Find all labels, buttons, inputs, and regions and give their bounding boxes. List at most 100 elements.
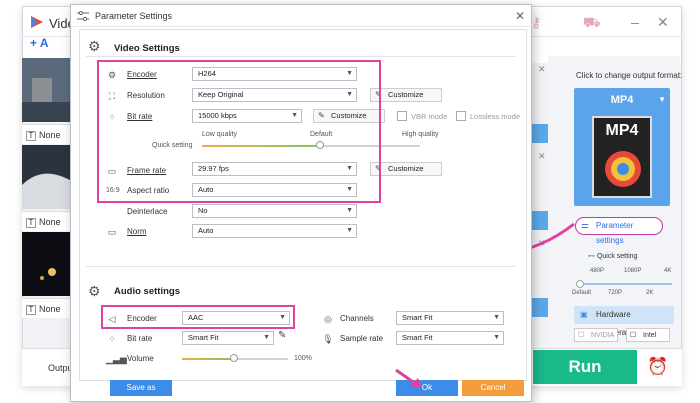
bitrate-customize-button[interactable]: ✎ Customize xyxy=(313,109,385,123)
chevron-down-icon: ▼ xyxy=(346,186,353,193)
quality-slider-fill[interactable] xyxy=(202,145,320,147)
minimize-icon[interactable]: – xyxy=(631,14,639,30)
bitrate-icon: ⁘ xyxy=(108,112,116,122)
format-selector[interactable]: MP4 ▼ MP4 xyxy=(574,88,670,206)
quality-tick: 4K xyxy=(664,268,672,274)
monitor-icon: ▭ xyxy=(107,227,117,237)
list-item[interactable]: T None xyxy=(22,211,70,231)
subtitle-value: None xyxy=(39,217,61,227)
pointer-arrow-icon xyxy=(395,368,422,388)
quality-slider-handle[interactable] xyxy=(316,141,324,149)
aspect-ratio-select[interactable]: Auto ▼ xyxy=(192,183,357,197)
quality-slider[interactable] xyxy=(578,283,672,285)
frame-rate-select[interactable]: 29.97 fps ▼ xyxy=(192,162,357,176)
volume-slider-handle[interactable] xyxy=(230,354,238,362)
video-settings-title: Video Settings xyxy=(114,43,180,54)
video-thumbnail[interactable] xyxy=(22,232,70,296)
pencil-icon: ✎ xyxy=(375,164,382,173)
hardware-acceleration-button[interactable]: ▣ Hardware acceleration xyxy=(574,306,674,337)
aspect-ratio-value: Auto xyxy=(198,185,214,194)
lossless-label: Lossless mode xyxy=(470,112,521,121)
format-name: MP4 xyxy=(610,94,634,106)
alarm-clock-icon[interactable]: ⏰ xyxy=(640,352,676,382)
volume-value: 100% xyxy=(294,355,312,362)
customize-label: Customize xyxy=(331,111,367,120)
frame-rate-value: 29.97 fps xyxy=(198,164,229,173)
cart-icon[interactable]: ⛟ xyxy=(583,14,601,33)
parameter-settings-button[interactable]: ⚌ Parameter settings xyxy=(575,217,663,245)
deinterlace-value: No xyxy=(198,206,208,215)
chevron-down-icon: ▼ xyxy=(346,207,353,214)
audio-bitrate-value: Smart Fit xyxy=(188,333,219,342)
app-logo-icon xyxy=(31,16,43,28)
encoder-select[interactable]: H264 ▼ xyxy=(192,67,357,81)
chip-icon: ▣ xyxy=(580,310,588,319)
video-thumbnail[interactable] xyxy=(22,145,70,209)
chip-label: Intel xyxy=(643,332,657,339)
pencil-icon: ✎ xyxy=(375,90,382,99)
encoder-value: H264 xyxy=(198,69,216,78)
lossless-mode-checkbox[interactable]: Lossless mode xyxy=(456,111,520,122)
quality-slider-handle[interactable] xyxy=(576,280,584,288)
quick-setting-icon: ⊷ xyxy=(588,253,595,260)
chevron-down-icon: ▼ xyxy=(346,91,353,98)
chevron-down-icon: ▼ xyxy=(291,112,298,119)
bitrate-select[interactable]: 15000 kbps ▼ xyxy=(192,109,302,123)
chevron-down-icon: ▼ xyxy=(493,334,500,341)
volume-label: Volume xyxy=(127,354,154,363)
close-icon[interactable]: ✕ xyxy=(538,151,546,162)
norm-select[interactable]: Auto ▼ xyxy=(192,224,357,238)
video-thumbnail[interactable] xyxy=(22,58,70,122)
audio-settings-icon: ⚙ xyxy=(88,283,101,299)
channels-select[interactable]: Smart Fit ▼ xyxy=(396,311,504,325)
vbr-label: VBR mode xyxy=(411,112,448,121)
audio-bitrate-select[interactable]: Smart Fit ▼ xyxy=(182,331,274,345)
bitrate-icon: ⁘ xyxy=(108,334,116,344)
resolution-customize-button[interactable]: ✎ Customize xyxy=(370,88,442,102)
vbr-mode-checkbox[interactable]: VBR mode xyxy=(397,111,447,122)
add-files-button[interactable]: + A xyxy=(30,36,49,50)
settings-sliders-icon: ⚌ xyxy=(581,220,590,230)
film-reel-icon xyxy=(605,151,641,187)
format-box-text: MP4 xyxy=(605,122,639,139)
bitrate-value: 15000 kbps xyxy=(198,111,237,120)
cancel-button[interactable]: Cancel xyxy=(462,380,524,396)
format-title: Click to change output format: xyxy=(576,71,683,80)
intel-chip[interactable]: ☐ Intel xyxy=(626,328,670,342)
quality-tick: 720P xyxy=(608,290,623,296)
resolution-value: Keep Original xyxy=(198,90,244,99)
resolution-select[interactable]: Keep Original ▼ xyxy=(192,88,357,102)
close-icon[interactable]: ✕ xyxy=(515,9,525,23)
subtitle-icon: T xyxy=(26,218,36,228)
chevron-down-icon: ▼ xyxy=(658,95,666,104)
audio-encoder-label: Encoder xyxy=(127,314,157,323)
chevron-down-icon: ▼ xyxy=(493,314,500,321)
checkbox-icon: ☐ xyxy=(630,332,637,339)
quality-tick: 2K xyxy=(646,290,654,296)
audio-encoder-select[interactable]: AAC ▼ xyxy=(182,311,290,325)
save-as-button[interactable]: Save as xyxy=(110,380,172,396)
quality-slider-track[interactable] xyxy=(320,145,420,147)
nvidia-chip[interactable]: ☐ NVIDIA xyxy=(574,328,618,342)
list-item[interactable]: T None xyxy=(22,124,70,144)
close-icon[interactable]: ✕ xyxy=(538,64,546,75)
sample-rate-select[interactable]: Smart Fit ▼ xyxy=(396,331,504,345)
chevron-down-icon: ▼ xyxy=(346,227,353,234)
frame-rate-customize-button[interactable]: ✎ Customize xyxy=(370,162,442,176)
key-icon[interactable]: ⚷ xyxy=(531,14,541,31)
run-button[interactable]: Run xyxy=(533,350,637,384)
volume-slider-fill[interactable] xyxy=(182,358,234,360)
close-window-icon[interactable]: ✕ xyxy=(657,14,669,31)
deinterlace-select[interactable]: No ▼ xyxy=(192,204,357,218)
subtitle-icon: T xyxy=(26,305,36,315)
channels-value: Smart Fit xyxy=(402,313,433,322)
volume-slider-track[interactable] xyxy=(234,358,288,360)
quick-setting-label: ⊷ Quick setting xyxy=(588,252,637,260)
subtitle-value: None xyxy=(39,130,61,140)
pencil-icon[interactable]: ✎ xyxy=(278,330,286,341)
bitrate-label: Bit rate xyxy=(127,112,153,121)
mp4-format-icon: MP4 xyxy=(592,116,652,198)
norm-value: Auto xyxy=(198,226,214,235)
subtitle-value: None xyxy=(39,304,61,314)
list-item[interactable]: T None xyxy=(22,298,70,318)
